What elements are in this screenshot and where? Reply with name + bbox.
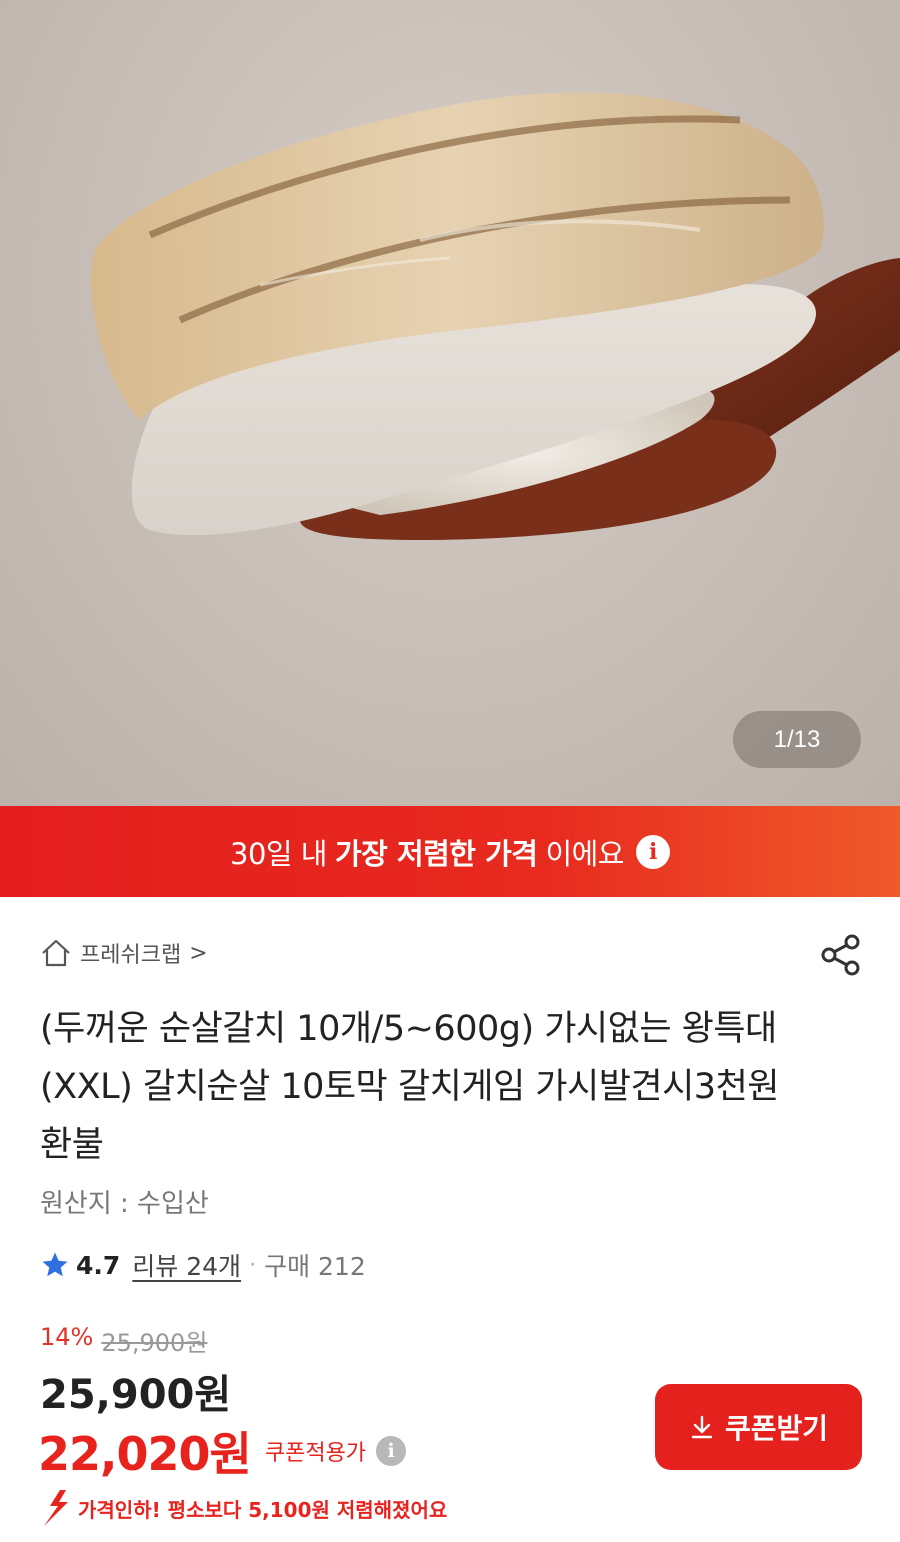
banner-prefix: 30일 내: [230, 836, 327, 871]
get-coupon-button[interactable]: 쿠폰받기: [655, 1384, 862, 1470]
discount-row: 14% 25,900원: [40, 1323, 207, 1358]
banner-highlight: 가장 저렴한 가격: [334, 836, 538, 871]
home-icon: [42, 939, 70, 967]
discount-percent: 14%: [40, 1323, 94, 1351]
download-icon: [691, 1415, 713, 1439]
store-name: 프레쉬크랩: [80, 943, 182, 968]
product-title: (두꺼운 순살갈치 10개/5~600g) 가시없는 왕특대(XXL) 갈치순살…: [40, 1009, 779, 1165]
sale-price: 25,900원: [40, 1372, 232, 1418]
banner-suffix: 이에요: [545, 836, 624, 871]
product-image-carousel[interactable]: 1/13: [0, 0, 900, 806]
share-icon[interactable]: [818, 932, 864, 978]
product-image: [91, 92, 900, 540]
chevron-right-icon: >: [189, 940, 208, 966]
rating-score: 4.7: [76, 1250, 121, 1280]
store-link[interactable]: 프레쉬크랩 >: [40, 937, 208, 969]
coupon-price-label: 쿠폰적용가: [264, 1441, 367, 1466]
separator-dot: ·: [249, 1252, 257, 1278]
price-drop-notice: 가격인하! 평소보다 5,100원 저렴해졌어요: [38, 1488, 447, 1528]
coupon-price: 22,020원: [38, 1427, 252, 1481]
lowest-price-banner[interactable]: 30일 내 가장 저렴한 가격 이에요 i: [0, 806, 900, 897]
info-icon[interactable]: i: [376, 1436, 407, 1466]
product-origin: 원산지 : 수입산: [40, 1189, 209, 1219]
rating-row: 4.7 리뷰 24개 · 구매 212: [40, 1247, 366, 1283]
info-icon[interactable]: i: [635, 834, 670, 869]
purchase-count: 구매 212: [264, 1252, 366, 1281]
get-coupon-label: 쿠폰받기: [724, 1412, 829, 1445]
reviews-link[interactable]: 리뷰 24개: [132, 1247, 241, 1283]
image-counter: 1/13: [733, 711, 861, 768]
price-drop-text: 가격인하! 평소보다 5,100원 저렴해졌어요: [78, 1497, 448, 1522]
price-down-arrow-icon: [44, 1490, 68, 1526]
original-price: 25,900원: [101, 1329, 208, 1357]
coupon-price-row: 22,020원 쿠폰적용가 i: [38, 1418, 407, 1484]
star-icon: [42, 1252, 68, 1277]
